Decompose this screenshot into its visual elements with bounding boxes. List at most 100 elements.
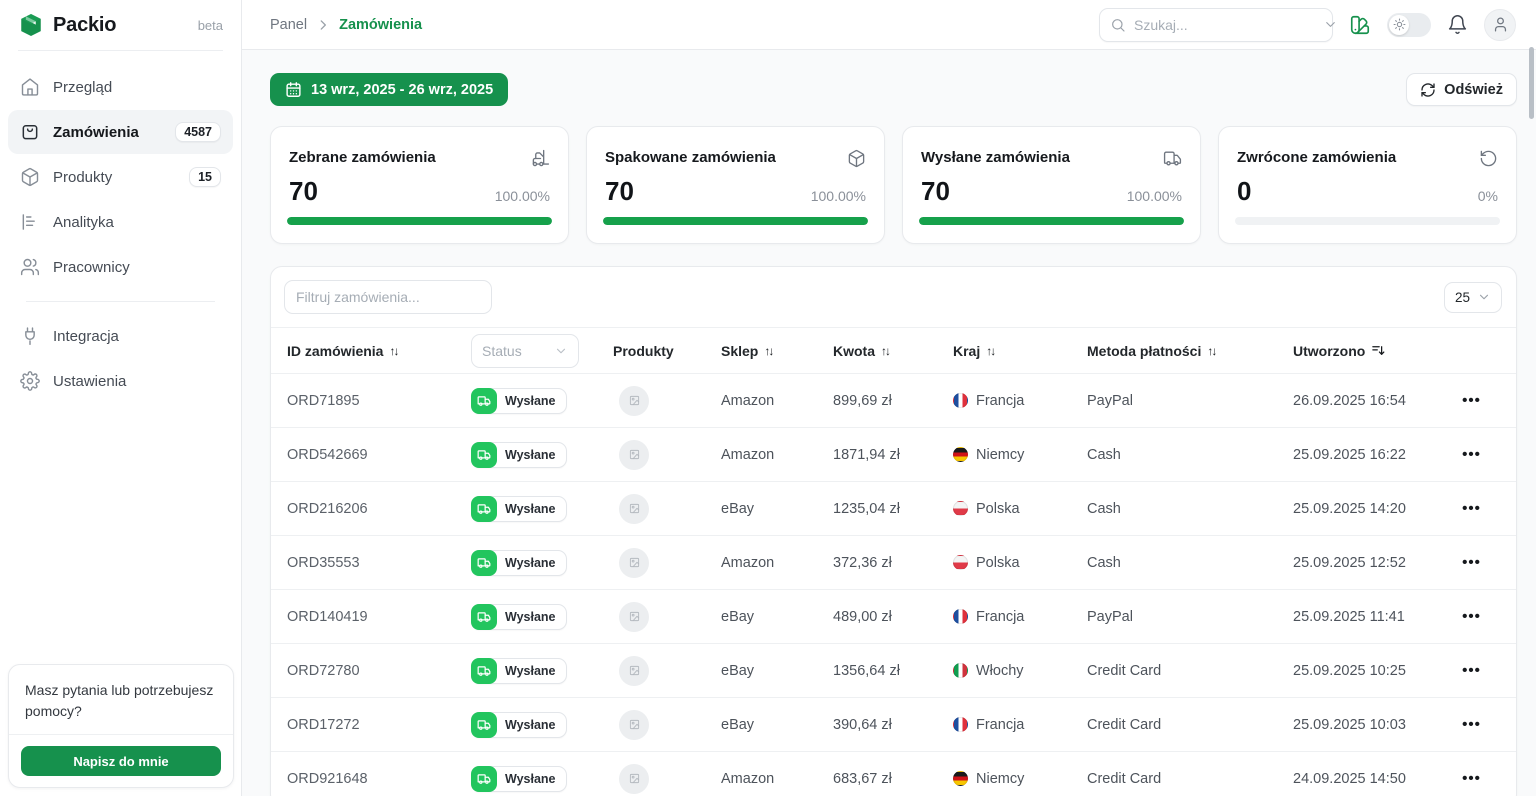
created-cell: 25.09.2025 16:22 xyxy=(1293,447,1443,463)
progress-bar xyxy=(287,217,552,225)
product-image-placeholder-icon[interactable] xyxy=(619,710,649,740)
table-row[interactable]: ORD216206 Wysłane eBay 1235,04 zł Polska… xyxy=(271,481,1516,535)
table-row[interactable]: ORD921648 Wysłane Amazon 683,67 zł Niemc… xyxy=(271,751,1516,796)
search-input[interactable] xyxy=(1134,17,1315,33)
date-range-label: 13 wrz, 2025 - 26 wrz, 2025 xyxy=(311,82,493,98)
table-row[interactable]: ORD140419 Wysłane eBay 489,00 zł Francja… xyxy=(271,589,1516,643)
row-actions-button[interactable]: ••• xyxy=(1456,442,1487,467)
payment-cell: PayPal xyxy=(1087,393,1293,409)
logo[interactable]: Packio beta xyxy=(0,0,241,50)
product-image-placeholder-icon[interactable] xyxy=(619,386,649,416)
amount-cell: 1871,94 zł xyxy=(833,447,953,463)
sidebar-item-produkty[interactable]: Produkty 15 xyxy=(8,155,233,199)
product-image-placeholder-icon[interactable] xyxy=(619,764,649,794)
status-cell: Wysłane xyxy=(471,766,613,792)
sidebar-item-label: Analityka xyxy=(53,214,114,231)
table-row[interactable]: ORD542669 Wysłane Amazon 1871,94 zł Niem… xyxy=(271,427,1516,481)
sidebar-item-label: Ustawienia xyxy=(53,373,126,390)
sort-icon[interactable]: ↑↓ xyxy=(881,344,891,358)
order-id-cell: ORD542669 xyxy=(287,447,471,463)
swatch-book-icon[interactable] xyxy=(1349,14,1371,36)
sidebar-nav: Przegląd Zamówienia 4587 Produkty 15 Ana… xyxy=(0,51,241,403)
sun-icon xyxy=(1389,15,1409,35)
table-row[interactable]: ORD35553 Wysłane Amazon 372,36 zł Polska… xyxy=(271,535,1516,589)
sort-icon[interactable]: ↑↓ xyxy=(764,344,774,358)
sidebar-item-integracja[interactable]: Integracja xyxy=(8,314,233,358)
sidebar-item-analityka[interactable]: Analityka xyxy=(8,200,233,244)
col-header-kwota[interactable]: Kwota ↑↓ xyxy=(833,343,953,359)
actions-cell: ••• xyxy=(1443,496,1500,521)
status-cell: Wysłane xyxy=(471,712,613,738)
refresh-button[interactable]: Odśwież xyxy=(1406,73,1517,106)
created-cell: 24.09.2025 14:50 xyxy=(1293,771,1443,787)
sort-icon[interactable]: ↑↓ xyxy=(1207,344,1217,358)
country-label: Polska xyxy=(976,555,1020,571)
product-image-placeholder-icon[interactable] xyxy=(619,494,649,524)
divider xyxy=(26,301,215,302)
filter-orders-input[interactable] xyxy=(284,280,492,314)
shop-cell: Amazon xyxy=(721,771,833,787)
row-actions-button[interactable]: ••• xyxy=(1456,496,1487,521)
help-card: Masz pytania lub potrzebujesz pomocy? Na… xyxy=(8,664,234,788)
bell-icon[interactable] xyxy=(1447,14,1468,35)
country-label: Włochy xyxy=(976,663,1024,679)
sidebar-item-zamowienia[interactable]: Zamówienia 4587 xyxy=(8,110,233,154)
country-flag-icon xyxy=(953,393,968,408)
product-image-placeholder-icon[interactable] xyxy=(619,440,649,470)
user-avatar[interactable] xyxy=(1484,9,1516,41)
stat-title: Zebrane zamówienia xyxy=(289,149,436,166)
products-cell xyxy=(613,656,721,686)
country-label: Polska xyxy=(976,501,1020,517)
table-row[interactable]: ORD71895 Wysłane Amazon 899,69 zł Francj… xyxy=(271,373,1516,427)
products-cell xyxy=(613,602,721,632)
sidebar-item-przeglad[interactable]: Przegląd xyxy=(8,65,233,109)
theme-toggle[interactable] xyxy=(1387,13,1431,37)
contact-me-button[interactable]: Napisz do mnie xyxy=(21,746,221,776)
amount-cell: 899,69 zł xyxy=(833,393,953,409)
sort-desc-icon[interactable] xyxy=(1371,343,1386,358)
created-cell: 25.09.2025 10:03 xyxy=(1293,717,1443,733)
row-actions-button[interactable]: ••• xyxy=(1456,388,1487,413)
row-actions-button[interactable]: ••• xyxy=(1456,658,1487,683)
sidebar-item-label: Integracja xyxy=(53,328,119,345)
sort-icon[interactable]: ↑↓ xyxy=(986,344,996,358)
row-actions-button[interactable]: ••• xyxy=(1456,712,1487,737)
row-actions-button[interactable]: ••• xyxy=(1456,604,1487,629)
stat-percent: 100.00% xyxy=(1127,188,1182,204)
products-cell xyxy=(613,764,721,794)
table-row[interactable]: ORD72780 Wysłane eBay 1356,64 zł Włochy … xyxy=(271,643,1516,697)
product-image-placeholder-icon[interactable] xyxy=(619,656,649,686)
sidebar-item-pracownicy[interactable]: Pracownicy xyxy=(8,245,233,289)
shop-cell: eBay xyxy=(721,501,833,517)
product-image-placeholder-icon[interactable] xyxy=(619,602,649,632)
scrollbar-thumb[interactable] xyxy=(1529,47,1534,119)
breadcrumb-panel[interactable]: Panel xyxy=(270,17,307,33)
row-actions-button[interactable]: ••• xyxy=(1456,550,1487,575)
table-row[interactable]: ORD17272 Wysłane eBay 390,64 zł Francja … xyxy=(271,697,1516,751)
created-cell: 25.09.2025 12:52 xyxy=(1293,555,1443,571)
status-badge: Wysłane xyxy=(471,550,567,576)
col-header-id[interactable]: ID zamówienia ↑↓ xyxy=(287,343,471,359)
shopping-bag-icon xyxy=(20,122,40,142)
status-filter-select[interactable]: Status xyxy=(471,334,579,368)
product-image-placeholder-icon[interactable] xyxy=(619,548,649,578)
sidebar-item-ustawienia[interactable]: Ustawienia xyxy=(8,359,233,403)
stat-card-wyslane: Wysłane zamówienia 70 100.00% xyxy=(902,126,1201,244)
truck-icon xyxy=(471,496,497,522)
col-header-sklep[interactable]: Sklep ↑↓ xyxy=(721,343,833,359)
payment-cell: Cash xyxy=(1087,501,1293,517)
country-cell: Francja xyxy=(953,717,1087,733)
page-size-select[interactable]: 25 xyxy=(1444,282,1502,313)
status-cell: Wysłane xyxy=(471,388,613,414)
date-range-button[interactable]: 13 wrz, 2025 - 26 wrz, 2025 xyxy=(270,73,508,106)
country-cell: Niemcy xyxy=(953,447,1087,463)
col-header-kraj[interactable]: Kraj ↑↓ xyxy=(953,343,1087,359)
row-actions-button[interactable]: ••• xyxy=(1456,766,1487,791)
sort-icon[interactable]: ↑↓ xyxy=(389,344,399,358)
actions-cell: ••• xyxy=(1443,388,1500,413)
col-header-metoda[interactable]: Metoda płatności ↑↓ xyxy=(1087,343,1293,359)
col-header-utworzono[interactable]: Utworzono xyxy=(1293,343,1443,359)
actions-cell: ••• xyxy=(1443,442,1500,467)
chevron-down-icon[interactable] xyxy=(1323,17,1338,32)
stat-title: Zwrócone zamówienia xyxy=(1237,149,1396,166)
